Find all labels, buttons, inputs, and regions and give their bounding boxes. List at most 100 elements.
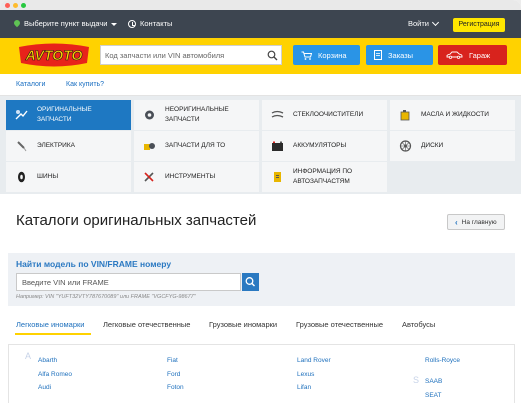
category-grid: Оригинальные запчасти Неоригинальные зап… [0, 96, 521, 194]
sub-navigation: Каталоги Как купить? [0, 74, 521, 96]
tab-foreign-cars[interactable]: Легковые иномарки [16, 320, 84, 329]
minimize-window-icon[interactable] [13, 3, 18, 8]
vin-search-button[interactable] [242, 273, 259, 291]
category-label: Информация по автозапчастям [293, 168, 353, 185]
garage-label: Гараж [469, 50, 491, 60]
tire-icon [18, 171, 25, 183]
oil-icon [400, 110, 410, 121]
category-label: Аккумуляторы [293, 142, 347, 149]
logo-text: AVTOTO [25, 47, 83, 63]
category-tires[interactable]: Шины [6, 162, 131, 192]
category-wipers[interactable]: Стеклоочистители [262, 100, 387, 130]
category-label: Шины [37, 173, 59, 180]
brand-link[interactable]: Land Rover [297, 357, 331, 364]
brand-link[interactable]: Foton [167, 384, 184, 391]
vin-search-panel: Найти модель по VIN/FRAME номеру Наприме… [8, 253, 515, 306]
contacts-label: Контакты [140, 19, 173, 28]
close-window-icon[interactable] [5, 3, 10, 8]
original-parts-icon [15, 110, 28, 120]
brand-link[interactable]: Lexus [297, 371, 314, 378]
brand-link[interactable]: Lifan [297, 384, 311, 391]
tab-foreign-trucks[interactable]: Грузовые иномарки [209, 320, 277, 329]
maintenance-parts-icon [144, 143, 155, 150]
window-titlebar [0, 0, 521, 10]
tab-domestic-trucks[interactable]: Грузовые отечественные [296, 320, 383, 329]
part-search-box [100, 45, 282, 65]
tools-icon [144, 172, 154, 182]
brand-link[interactable]: Fiat [167, 357, 178, 364]
caret-down-icon [111, 22, 118, 26]
login-menu[interactable]: Войти [408, 10, 440, 38]
garage-button[interactable]: Гараж [438, 45, 507, 65]
brand-link[interactable]: SEAT [425, 392, 442, 399]
brand-link[interactable]: SAAB [425, 378, 442, 385]
brand-link[interactable]: Alfa Romeo [38, 371, 72, 378]
location-pin-icon [14, 20, 20, 28]
category-tools[interactable]: Инструменты [134, 162, 259, 192]
category-label: Инструменты [165, 173, 216, 180]
category-aftermarket-parts[interactable]: Неоригинальные запчасти [134, 100, 259, 130]
aftermarket-parts-icon [145, 110, 154, 120]
site-header: AVTOTO Корзина Заказы [0, 38, 521, 74]
category-label: Оригинальные запчасти [37, 106, 92, 123]
category-parts-info[interactable]: Информация по автозапчастям [262, 162, 387, 192]
letter-heading: S [413, 375, 420, 385]
category-maintenance-parts[interactable]: Запчасти для ТО [134, 131, 259, 161]
category-batteries[interactable]: Аккумуляторы [262, 131, 387, 161]
brand-link[interactable]: Rolls-Royce [425, 357, 460, 364]
active-tab-indicator [15, 333, 91, 335]
tab-buses[interactable]: Автобусы [402, 320, 435, 329]
brand-link[interactable]: Ford [167, 371, 180, 378]
orders-label: Заказы [388, 50, 414, 60]
register-button[interactable]: Регистрация [453, 18, 505, 32]
browser-window: Выберите пункт выдачи Контакты Войти Рег… [0, 0, 521, 403]
top-bar: Выберите пункт выдачи Контакты Войти Рег… [0, 10, 521, 38]
category-label: Электрика [37, 142, 75, 149]
vin-example-hint: Например: VIN "YUFT32VTY787670089" или F… [16, 294, 196, 300]
back-to-home-label: На главную [461, 218, 497, 226]
back-to-home-button[interactable]: ‹ На главную [447, 214, 505, 230]
vin-search-title: Найти модель по VIN/FRAME номеру [16, 259, 172, 269]
cart-label: Корзина [318, 50, 347, 60]
vin-input[interactable] [16, 273, 241, 291]
cart-icon [301, 51, 312, 60]
brand-link[interactable]: Abarth [38, 357, 57, 364]
wheel-rim-icon [399, 140, 412, 152]
category-oils[interactable]: Масла и жидкости [390, 100, 515, 130]
catalogs-link[interactable]: Каталоги [16, 81, 45, 88]
category-electrics[interactable]: Электрика [6, 131, 131, 161]
letter-heading: A [25, 351, 32, 361]
avtoto-logo[interactable]: AVTOTO [15, 42, 93, 68]
login-label: Войти [408, 19, 429, 28]
tab-domestic-cars[interactable]: Легковые отечественные [103, 320, 190, 329]
brand-link[interactable]: Audi [38, 384, 51, 391]
maximize-window-icon[interactable] [21, 3, 26, 8]
wiper-icon [271, 110, 284, 118]
category-label: Диски [421, 142, 444, 149]
search-icon[interactable] [267, 50, 278, 61]
pickup-point-label: Выберите пункт выдачи [24, 19, 108, 28]
pickup-point-selector[interactable]: Выберите пункт выдачи [14, 10, 118, 38]
category-original-parts[interactable]: Оригинальные запчасти [6, 100, 131, 130]
chevron-left-icon: ‹ [455, 217, 458, 227]
category-label: Запчасти для ТО [165, 142, 226, 149]
car-icon [446, 51, 463, 59]
clock-icon [128, 20, 136, 28]
battery-icon [272, 141, 283, 151]
category-label: Неоригинальные запчасти [165, 106, 229, 123]
document-icon [374, 50, 382, 60]
page-title: Каталоги оригинальных запчастей [16, 212, 257, 229]
cart-button[interactable]: Корзина [293, 45, 360, 65]
category-rims[interactable]: Диски [390, 131, 515, 161]
contacts-link[interactable]: Контакты [128, 10, 172, 38]
vehicle-type-tabs: Легковые иномарки Легковые отечественные… [0, 318, 521, 334]
orders-button[interactable]: Заказы [366, 45, 433, 65]
part-search-input[interactable] [101, 46, 261, 64]
chevron-down-icon [431, 18, 440, 27]
spark-plug-icon [17, 141, 27, 152]
category-label: Стеклоочистители [293, 111, 364, 118]
search-icon [245, 277, 256, 287]
info-icon [274, 172, 281, 182]
how-to-buy-link[interactable]: Как купить? [66, 81, 104, 88]
brand-list: A Abarth Alfa Romeo Audi Fiat Ford Foton… [8, 344, 515, 403]
